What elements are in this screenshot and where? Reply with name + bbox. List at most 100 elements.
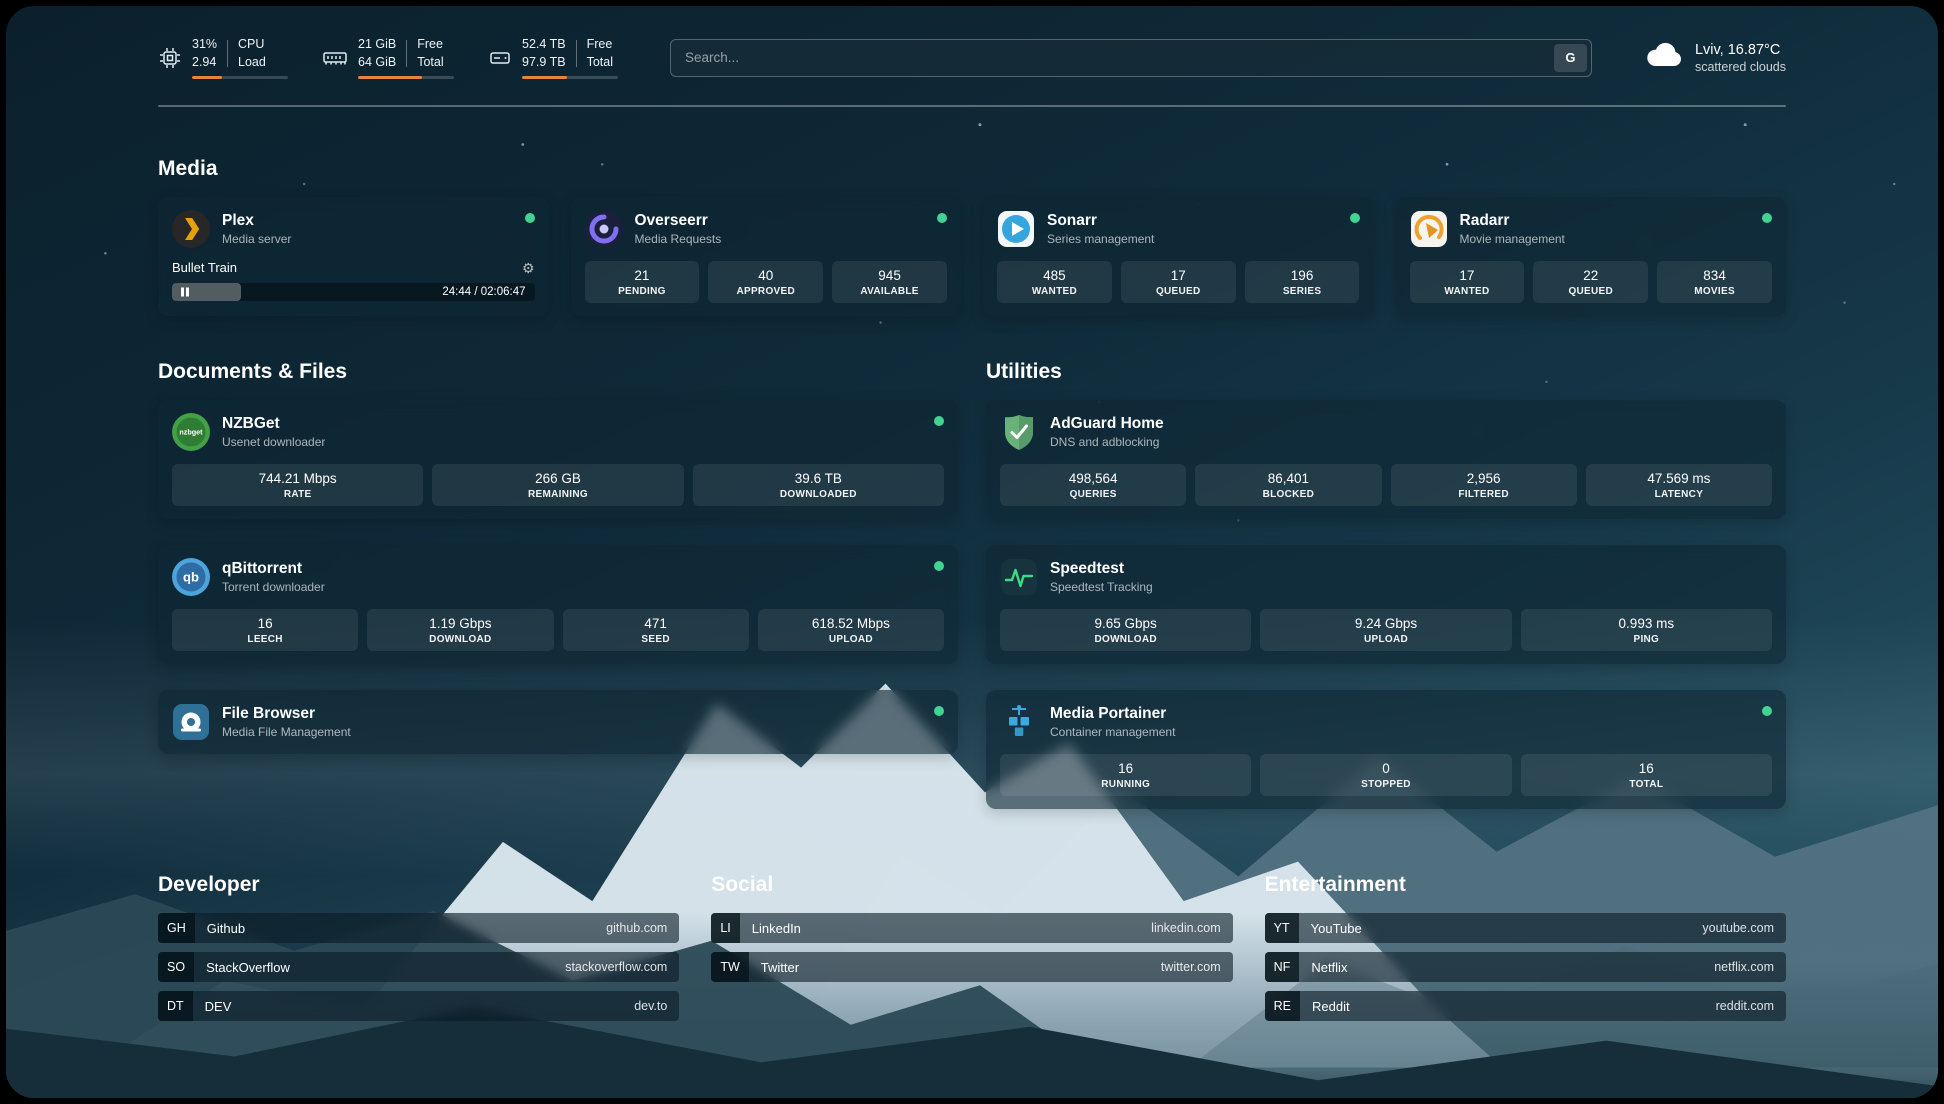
stat-download: 9.65 Gbps DOWNLOAD: [1000, 609, 1251, 651]
status-online-dot: [1762, 706, 1772, 716]
status-online-dot: [934, 416, 944, 426]
filebrowser-icon: [172, 703, 210, 741]
stat-stopped: 0 STOPPED: [1260, 754, 1511, 796]
stats-row: 21 PENDING 40 APPROVED 945 AVAILABLE: [585, 261, 948, 303]
stat-value: 16: [1003, 761, 1248, 776]
link-name: Netflix: [1311, 960, 1347, 975]
link-url: dev.to: [634, 999, 679, 1013]
social-links: LI LinkedIn linkedin.com TW Twitter twit…: [711, 913, 1232, 982]
storage-free-value: 52.4 TB: [522, 36, 566, 52]
app-name: Radarr: [1460, 212, 1565, 231]
adguard-icon: [1000, 413, 1038, 451]
stat-label: SERIES: [1248, 286, 1357, 297]
stat-value: 0: [1263, 761, 1508, 776]
plex-now-playing: Bullet Train ⚙ 24:44 / 02:06:47: [172, 260, 535, 301]
link-reddit[interactable]: RE Reddit reddit.com: [1265, 991, 1786, 1021]
memory-free-value: 21 GiB: [358, 36, 396, 52]
stat-remaining: 266 GB REMAINING: [432, 464, 683, 506]
section-social: Social LI LinkedIn linkedin.com TW Twitt…: [711, 873, 1232, 1021]
link-youtube[interactable]: YT YouTube youtube.com: [1265, 913, 1786, 943]
search-input[interactable]: [670, 39, 1592, 77]
link-github[interactable]: GH Github github.com: [158, 913, 679, 943]
app-name: Overseerr: [635, 212, 722, 231]
stat-value: 744.21 Mbps: [175, 471, 420, 486]
storage-total-value: 97.9 TB: [522, 54, 566, 70]
card-titles: Radarr Movie management: [1460, 212, 1565, 247]
stat-value: 618.52 Mbps: [761, 616, 941, 631]
card-radarr[interactable]: Radarr Movie management 17 WANTED 22 QUE…: [1396, 197, 1787, 316]
storage-widget: 52.4 TB 97.9 TB Free Total: [488, 36, 618, 79]
card-nzbget[interactable]: nzbget NZBGet Usenet downloader 744.21 M…: [158, 400, 958, 519]
link-twitter[interactable]: TW Twitter twitter.com: [711, 952, 1232, 982]
stats-row: 744.21 Mbps RATE 266 GB REMAINING 39.6 T…: [172, 464, 944, 506]
section-developer: Developer GH Github github.com SO StackO…: [158, 873, 679, 1021]
stat-total: 16 TOTAL: [1521, 754, 1772, 796]
stat-wanted: 485 WANTED: [997, 261, 1112, 303]
stat-pending: 21 PENDING: [585, 261, 700, 303]
app-subtitle: Media server: [222, 232, 291, 246]
link-name: StackOverflow: [206, 960, 290, 975]
link-url: github.com: [606, 921, 679, 935]
card-titles: AdGuard Home DNS and adblocking: [1050, 415, 1164, 450]
memory-usage-meter: [358, 76, 454, 80]
link-abbr: NF: [1265, 952, 1300, 982]
player-settings-icon[interactable]: ⚙: [522, 261, 535, 275]
stat-label: DOWNLOAD: [1003, 634, 1248, 645]
status-online-dot: [934, 561, 944, 571]
stat-label: UPLOAD: [1263, 634, 1508, 645]
cpu-icon: [158, 46, 182, 70]
stats-row: 485 WANTED 17 QUEUED 196 SERIES: [997, 261, 1360, 303]
stat-approved: 40 APPROVED: [708, 261, 823, 303]
section-utilities: Utilities AdGuard Home: [986, 360, 1786, 809]
link-url: youtube.com: [1702, 921, 1786, 935]
link-stackoverflow[interactable]: SO StackOverflow stackoverflow.com: [158, 952, 679, 982]
card-qbittorrent[interactable]: qb qBittorrent Torrent downloader 16: [158, 545, 958, 664]
search-engine-button[interactable]: G: [1554, 44, 1587, 72]
app-name: qBittorrent: [222, 560, 325, 579]
storage-readout: 52.4 TB 97.9 TB Free Total: [522, 36, 618, 79]
link-name: Reddit: [1312, 999, 1350, 1014]
link-url: stackoverflow.com: [565, 960, 679, 974]
stat-label: RATE: [175, 489, 420, 500]
card-adguard[interactable]: AdGuard Home DNS and adblocking 498,564 …: [986, 400, 1786, 519]
card-plex[interactable]: Plex Media server Bullet Train ⚙: [158, 197, 549, 316]
app-subtitle: Media File Management: [222, 725, 351, 739]
card-filebrowser[interactable]: File Browser Media File Management: [158, 690, 958, 754]
qbittorrent-icon: qb: [172, 558, 210, 596]
pause-icon[interactable]: [181, 288, 189, 297]
card-titles: Speedtest Speedtest Tracking: [1050, 560, 1153, 595]
stat-ping: 0.993 ms PING: [1521, 609, 1772, 651]
cpu-usage-meter: [192, 76, 288, 80]
weather-widget[interactable]: Lviv, 16.87°C scattered clouds: [1644, 40, 1786, 75]
divider: [576, 40, 577, 67]
card-portainer[interactable]: Media Portainer Container management 16 …: [986, 690, 1786, 809]
stat-label: PENDING: [588, 286, 697, 297]
cloud-icon: [1644, 40, 1684, 75]
link-netflix[interactable]: NF Netflix netflix.com: [1265, 952, 1786, 982]
card-header: AdGuard Home DNS and adblocking: [1000, 413, 1772, 451]
link-linkedin[interactable]: LI LinkedIn linkedin.com: [711, 913, 1232, 943]
card-header: Speedtest Speedtest Tracking: [1000, 558, 1772, 596]
system-stats-group: 31% 2.94 CPU Load: [158, 36, 618, 79]
divider: [406, 40, 407, 67]
app-subtitle: Series management: [1047, 232, 1154, 246]
stat-label: LATENCY: [1589, 489, 1769, 500]
app-name: Plex: [222, 212, 291, 231]
stat-label: SEED: [566, 634, 746, 645]
plex-icon: [172, 210, 210, 248]
section-media: Media Plex Media server: [158, 157, 1786, 316]
card-sonarr[interactable]: Sonarr Series management 485 WANTED 17 Q…: [983, 197, 1374, 316]
stats-row: 17 WANTED 22 QUEUED 834 MOVIES: [1410, 261, 1773, 303]
stat-value: 16: [175, 616, 355, 631]
card-overseerr[interactable]: Overseerr Media Requests 21 PENDING 40 A…: [571, 197, 962, 316]
stat-value: 485: [1000, 268, 1109, 283]
link-dev[interactable]: DT DEV dev.to: [158, 991, 679, 1021]
portainer-icon: [1000, 703, 1038, 741]
playback-progress-bar[interactable]: 24:44 / 02:06:47: [172, 283, 535, 301]
card-speedtest[interactable]: Speedtest Speedtest Tracking 9.65 Gbps D…: [986, 545, 1786, 664]
stat-label: WANTED: [1000, 286, 1109, 297]
section-documents: Documents & Files nzbget NZBGet Usenet d…: [158, 360, 958, 809]
section-title-media: Media: [158, 157, 1786, 181]
app-subtitle: Media Requests: [635, 232, 722, 246]
stat-label: AVAILABLE: [835, 286, 944, 297]
